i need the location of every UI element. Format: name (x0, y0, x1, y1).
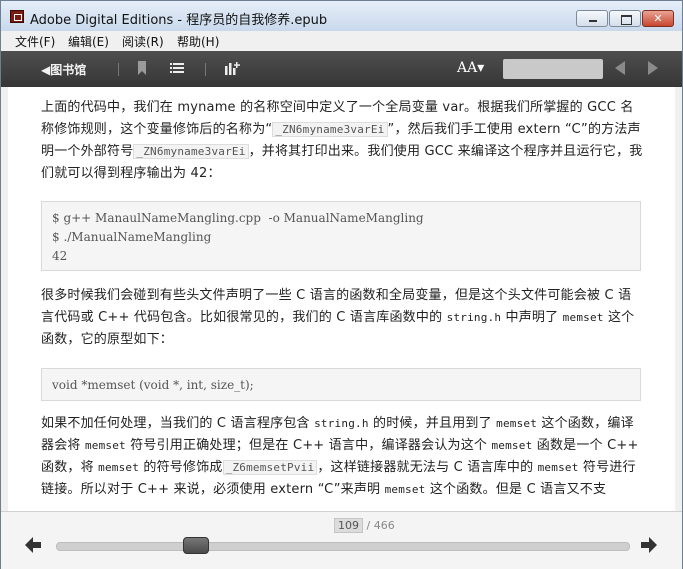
page-indicator: 109 / 466 (334, 518, 395, 533)
current-page-field[interactable]: 109 (334, 518, 363, 533)
reader-toolbar: ◀图书馆 AA▾ (1, 51, 682, 87)
inline-code: _Z6memsetPvii (222, 460, 318, 475)
chart-add-icon[interactable] (224, 60, 240, 76)
back-arrow-icon[interactable] (24, 536, 42, 554)
close-button[interactable]: ✕ (642, 10, 674, 27)
menu-bar: 文件(F) 编辑(E) 阅读(R) 帮助(H) (1, 31, 682, 51)
book-page: 上面的代码中，我们在 myname 的名称空间中定义了一个全局变量 var。根据… (8, 87, 675, 511)
next-page-icon[interactable] (648, 61, 658, 75)
inline-code: _ZN6myname3varEi (133, 144, 249, 159)
bookmark-icon[interactable] (134, 60, 150, 76)
inline-mono: memset (491, 439, 533, 452)
paragraph-2: 很多时候我们会碰到有些头文件声明了一些 C 语言的函数和全局变量，但是这个头文件… (41, 285, 643, 351)
title-bar: Adobe Digital Editions - 程序员的自我修养.epub ✕ (1, 1, 682, 31)
library-button[interactable]: ◀图书馆 (41, 61, 86, 78)
window-title: Adobe Digital Editions - 程序员的自我修养.epub (30, 13, 328, 28)
app-icon (10, 10, 24, 23)
text-run: 如果不加任何处理，当我们的 C 语言程序包含 (41, 416, 315, 431)
search-input[interactable] (503, 59, 603, 79)
page-navigator: 109 / 466 (1, 511, 682, 569)
menu-help[interactable]: 帮助(H) (177, 33, 219, 50)
menu-read[interactable]: 阅读(R) (122, 33, 164, 50)
maximize-icon (621, 15, 632, 25)
inline-mono: memset (562, 311, 604, 324)
inline-code: _ZN6myname3varEi (272, 122, 388, 137)
paragraph-1: 上面的代码中，我们在 myname 的名称空间中定义了一个全局变量 var。根据… (41, 97, 643, 185)
toc-list-icon[interactable] (169, 60, 185, 76)
forward-arrow-icon[interactable] (640, 536, 658, 554)
code-block-compile: $ g++ ManaulNameMangling.cpp -o ManualNa… (41, 201, 641, 271)
inline-mono: memset (537, 461, 579, 474)
inline-mono: memset (98, 461, 140, 474)
app-window: Adobe Digital Editions - 程序员的自我修养.epub ✕… (0, 0, 683, 569)
page-slider-track[interactable] (56, 542, 630, 551)
close-icon: ✕ (653, 12, 663, 25)
page-slider-thumb[interactable] (183, 537, 210, 554)
inline-mono: string.h (314, 417, 369, 430)
text-run: 的符号修饰成 (139, 460, 223, 475)
code-block-memset: void *memset (void *, int, size_t); (41, 368, 641, 401)
paragraph-3: 如果不加任何处理，当我们的 C 语言程序包含 string.h 的时候，并且用到… (41, 413, 643, 501)
minimize-icon (589, 20, 597, 22)
toolbar-divider (118, 63, 119, 76)
maximize-button[interactable] (609, 10, 641, 27)
text-run: 符号引用正确处理；但是在 C++ 语言中，编译器会认为这个 (125, 438, 492, 453)
minimize-button[interactable] (576, 10, 608, 27)
text-run: 的时候，并且用到了 (368, 416, 497, 431)
toolbar-divider (205, 63, 206, 76)
total-pages: / 466 (366, 519, 395, 532)
prev-page-icon[interactable] (615, 61, 625, 75)
font-size-button[interactable]: AA▾ (457, 60, 484, 76)
inline-mono: memset (384, 483, 426, 496)
menu-file[interactable]: 文件(F) (15, 33, 55, 50)
inline-mono: memset (84, 439, 126, 452)
inline-mono: memset (496, 417, 538, 430)
inline-mono: string.h (446, 311, 502, 324)
text-run: ，这样链接器就无法与 C 语言库中的 (317, 460, 538, 475)
text-run: 中声明了 (501, 310, 563, 325)
menu-edit[interactable]: 编辑(E) (68, 33, 109, 50)
text-run: 这个函数。但是 C 语言又不支 (425, 482, 607, 497)
